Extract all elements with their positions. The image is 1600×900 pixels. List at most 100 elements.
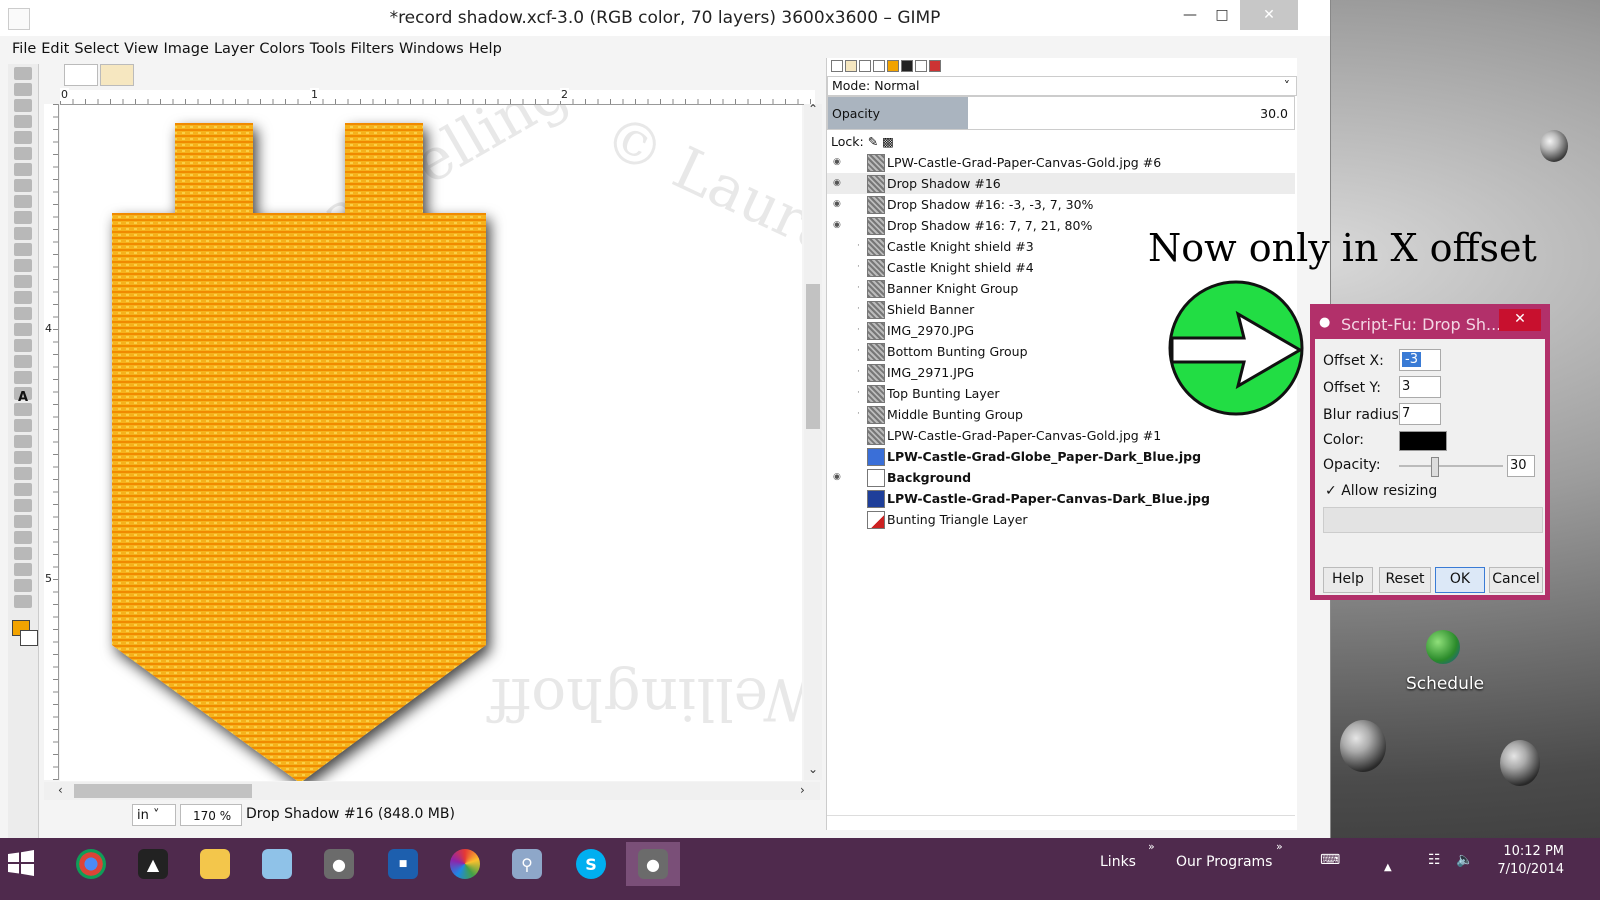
layers-tab-icon[interactable] bbox=[845, 60, 857, 72]
lock-alpha-icon[interactable]: ▩ bbox=[882, 134, 894, 149]
layer-row[interactable]: Bunting Triangle Layer bbox=[827, 509, 1295, 530]
ellipse-select-tool-icon[interactable] bbox=[14, 83, 32, 96]
visibility-eye-icon[interactable]: ◉ bbox=[833, 152, 847, 173]
skype-taskbar-button[interactable]: S bbox=[564, 842, 618, 886]
picasa-taskbar-button[interactable] bbox=[438, 842, 492, 886]
dialog-title-bar[interactable]: ● Script-Fu: Drop Sh... ✕ bbox=[1315, 309, 1545, 339]
links-toolbar[interactable]: Links bbox=[1100, 854, 1136, 870]
image-tab-active[interactable] bbox=[100, 64, 134, 86]
image-canvas[interactable]: © Laura Wellinghoff © Laura Wellinghoff … bbox=[60, 105, 802, 781]
menu-help[interactable]: Help bbox=[469, 38, 507, 60]
mypaint-brush-tool-icon[interactable] bbox=[14, 515, 32, 528]
horizontal-scrollbar[interactable]: ‹ › bbox=[44, 782, 820, 800]
scroll-down-icon[interactable]: ⌄ bbox=[808, 762, 818, 776]
text-tool-icon[interactable]: A bbox=[18, 390, 28, 405]
title-bar[interactable]: *record shadow.xcf-3.0 (RGB color, 70 la… bbox=[0, 0, 1330, 36]
schedule-label[interactable]: Schedule bbox=[1400, 674, 1490, 694]
color-select-tool-icon[interactable] bbox=[14, 131, 32, 144]
offset-x-input[interactable]: -3 bbox=[1399, 349, 1441, 371]
reset-button[interactable]: Reset bbox=[1379, 567, 1431, 593]
menu-image[interactable]: Image bbox=[164, 38, 214, 60]
clone-tool-icon[interactable] bbox=[14, 531, 32, 544]
layer-row[interactable]: ◉ Drop Shadow #16 bbox=[827, 173, 1295, 194]
scale-tool-icon[interactable] bbox=[14, 307, 32, 320]
scroll-up-icon[interactable]: ⌃ bbox=[808, 102, 818, 116]
brushes-tab-icon[interactable] bbox=[901, 60, 913, 72]
maximize-button[interactable]: □ bbox=[1200, 0, 1244, 30]
foreground-select-tool-icon[interactable] bbox=[14, 163, 32, 176]
chevron-right-icon[interactable]: » bbox=[1276, 840, 1283, 853]
menu-tools[interactable]: Tools bbox=[310, 38, 351, 60]
visibility-eye-icon[interactable]: ◉ bbox=[833, 215, 847, 236]
volume-muted-icon[interactable]: 🔈 bbox=[1456, 852, 1473, 868]
chrome-taskbar-button[interactable] bbox=[64, 842, 118, 886]
channels-tab-icon[interactable] bbox=[859, 60, 871, 72]
menu-view[interactable]: View bbox=[124, 38, 163, 60]
rect-select-tool-icon[interactable] bbox=[14, 67, 32, 80]
layer-opacity-slider[interactable]: Opacity 30.0 bbox=[827, 96, 1295, 130]
chain-link-icon[interactable]: · bbox=[857, 236, 860, 257]
layer-row[interactable]: ◉ Background bbox=[827, 467, 1295, 488]
chain-link-icon[interactable]: · bbox=[857, 299, 860, 320]
free-select-tool-icon[interactable] bbox=[14, 99, 32, 112]
chain-link-icon[interactable]: · bbox=[857, 404, 860, 425]
menu-file[interactable]: File bbox=[12, 38, 41, 60]
notepad-taskbar-button[interactable] bbox=[250, 842, 304, 886]
opacity-slider[interactable] bbox=[1399, 457, 1503, 477]
cancel-button[interactable]: Cancel bbox=[1489, 567, 1543, 593]
visibility-eye-icon[interactable]: ◉ bbox=[833, 194, 847, 215]
zoom-dropdown[interactable]: 170 % bbox=[180, 804, 242, 826]
measure-tool-icon[interactable] bbox=[14, 227, 32, 240]
our-programs-toolbar[interactable]: Our Programs bbox=[1176, 854, 1272, 870]
lenovo-taskbar-button[interactable]: ■ bbox=[376, 842, 430, 886]
inkscape-taskbar-button[interactable]: ▲ bbox=[126, 842, 180, 886]
paintbrush-tool-icon[interactable] bbox=[14, 451, 32, 464]
patterns-tab-icon[interactable] bbox=[915, 60, 927, 72]
fuzzy-select-tool-icon[interactable] bbox=[14, 115, 32, 128]
image-tab[interactable] bbox=[64, 64, 98, 86]
menu-layer[interactable]: Layer bbox=[214, 38, 259, 60]
layer-row[interactable]: LPW-Castle-Grad-Paper-Canvas-Gold.jpg #1 bbox=[827, 425, 1295, 446]
opacity-slider-handle[interactable] bbox=[1431, 457, 1439, 477]
chain-link-icon[interactable]: · bbox=[857, 383, 860, 404]
layer-row[interactable]: LPW-Castle-Grad-Paper-Canvas-Dark_Blue.j… bbox=[827, 488, 1295, 509]
chain-link-icon[interactable]: · bbox=[857, 320, 860, 341]
chevron-right-icon[interactable]: » bbox=[1148, 840, 1155, 853]
blur-radius-input[interactable]: 7 bbox=[1399, 403, 1441, 425]
lock-pixels-icon[interactable]: ✎ bbox=[868, 134, 878, 149]
color-button[interactable] bbox=[1399, 431, 1447, 451]
chain-link-icon[interactable]: · bbox=[857, 362, 860, 383]
unit-dropdown[interactable]: in ˅ bbox=[132, 804, 176, 826]
gimp-taskbar-button[interactable]: ● bbox=[312, 842, 366, 886]
visibility-eye-icon[interactable]: ◉ bbox=[833, 173, 847, 194]
scissors-select-tool-icon[interactable] bbox=[14, 147, 32, 160]
visibility-eye-icon[interactable]: ◉ bbox=[833, 467, 847, 488]
menu-colors[interactable]: Colors bbox=[259, 38, 309, 60]
heal-tool-icon[interactable] bbox=[14, 563, 32, 576]
ok-button[interactable]: OK bbox=[1435, 567, 1485, 593]
pencil-tool-icon[interactable] bbox=[14, 435, 32, 448]
ink-tool-icon[interactable] bbox=[14, 499, 32, 512]
schedule-globe-icon[interactable] bbox=[1426, 630, 1460, 664]
zoom-tool-icon[interactable] bbox=[14, 211, 32, 224]
blend-tool-icon[interactable] bbox=[14, 419, 32, 432]
ruler-vertical[interactable]: 4 5 bbox=[44, 104, 59, 780]
offset-y-input[interactable]: 3 bbox=[1399, 376, 1441, 398]
shear-tool-icon[interactable] bbox=[14, 323, 32, 336]
scroll-left-icon[interactable]: ‹ bbox=[58, 783, 63, 797]
align-tool-icon[interactable] bbox=[14, 259, 32, 272]
paths-tool-icon[interactable] bbox=[14, 179, 32, 192]
keyboard-icon[interactable]: ⌨ bbox=[1320, 852, 1340, 868]
menu-select[interactable]: Select bbox=[74, 38, 124, 60]
paths-tab-icon[interactable] bbox=[873, 60, 885, 72]
dialog-close-button[interactable]: ✕ bbox=[1499, 309, 1541, 331]
clock-date[interactable]: 7/10/2014 bbox=[1486, 862, 1564, 877]
vertical-scroll-thumb[interactable] bbox=[806, 284, 820, 429]
airbrush-tool-icon[interactable] bbox=[14, 483, 32, 496]
help-button[interactable]: Help bbox=[1323, 567, 1373, 593]
chain-link-icon[interactable]: · bbox=[857, 341, 860, 362]
dodge-burn-tool-icon[interactable] bbox=[14, 595, 32, 608]
scroll-right-icon[interactable]: › bbox=[800, 783, 805, 797]
opacity-input[interactable]: 30 bbox=[1507, 455, 1535, 477]
menu-edit[interactable]: Edit bbox=[41, 38, 74, 60]
